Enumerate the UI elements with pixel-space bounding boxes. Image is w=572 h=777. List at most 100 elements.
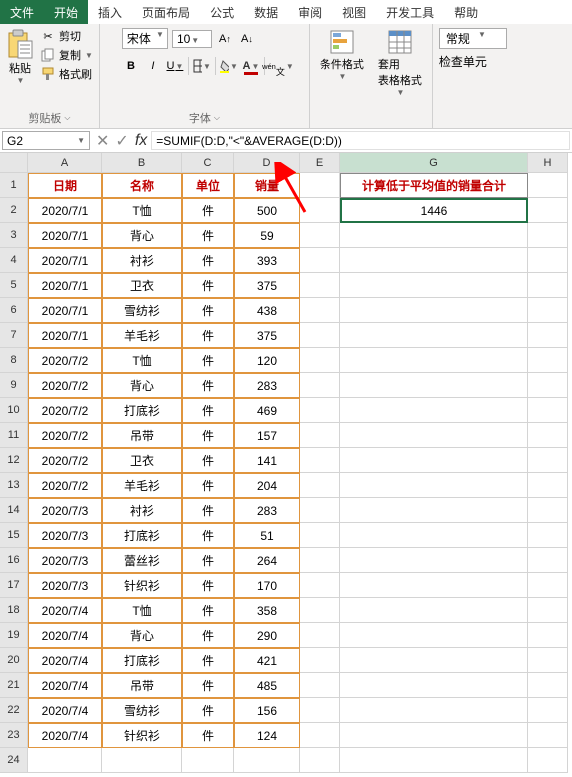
cell[interactable]: 名称 [102,173,182,198]
formula-bar[interactable]: =SUMIF(D:D,"<"&AVERAGE(D:D)) [151,131,570,150]
font-name-select[interactable]: 宋体▼ [122,28,168,49]
cell[interactable] [340,748,528,773]
cell[interactable] [528,248,568,273]
cell[interactable] [528,298,568,323]
cell[interactable] [528,523,568,548]
cell[interactable]: 衬衫 [102,248,182,273]
cell[interactable] [300,748,340,773]
cell-g-title[interactable]: 计算低于平均值的销量合计 [340,173,528,198]
tab-view[interactable]: 视图 [332,0,376,24]
cell[interactable] [528,748,568,773]
cell[interactable] [528,673,568,698]
cell[interactable]: 120 [234,348,300,373]
tab-help[interactable]: 帮助 [444,0,488,24]
cell[interactable] [528,398,568,423]
row-header[interactable]: 15 [0,523,28,548]
cell[interactable]: 2020/7/1 [28,298,102,323]
cell[interactable]: 打底衫 [102,648,182,673]
cell[interactable]: 件 [182,373,234,398]
cell[interactable] [300,498,340,523]
cell[interactable]: 264 [234,548,300,573]
row-header[interactable]: 18 [0,598,28,623]
cell[interactable] [300,223,340,248]
cell[interactable]: 2020/7/1 [28,198,102,223]
cell[interactable] [528,423,568,448]
cell[interactable]: 吊带 [102,423,182,448]
cell[interactable]: 件 [182,298,234,323]
cell[interactable]: 件 [182,498,234,523]
chevron-down-icon[interactable]: ▼ [17,76,25,85]
fill-color-button[interactable]: ▼ [220,57,238,75]
cell[interactable] [300,598,340,623]
cell[interactable]: 2020/7/1 [28,273,102,298]
row-header[interactable]: 6 [0,298,28,323]
cell[interactable]: 件 [182,623,234,648]
cell[interactable] [300,273,340,298]
row-header[interactable]: 1 [0,173,28,198]
cell[interactable] [300,323,340,348]
cell[interactable]: 2020/7/2 [28,473,102,498]
cell[interactable] [28,748,102,773]
col-header-C[interactable]: C [182,153,234,173]
cell[interactable] [182,748,234,773]
cell[interactable] [340,573,528,598]
cell[interactable]: 针织衫 [102,723,182,748]
cell[interactable]: 件 [182,673,234,698]
row-header[interactable]: 10 [0,398,28,423]
format-painter-button[interactable]: 格式刷 [40,66,93,82]
cell[interactable]: 2020/7/3 [28,573,102,598]
cell[interactable]: 2020/7/2 [28,398,102,423]
cell[interactable] [528,373,568,398]
cell[interactable] [300,573,340,598]
col-header-D[interactable]: D [234,153,300,173]
row-header[interactable]: 8 [0,348,28,373]
cell[interactable]: 日期 [28,173,102,198]
cell[interactable]: 打底衫 [102,398,182,423]
phonetic-button[interactable]: wén文▼ [269,57,287,75]
cell[interactable]: 卫衣 [102,273,182,298]
cell[interactable]: 156 [234,698,300,723]
cell[interactable]: 393 [234,248,300,273]
cell[interactable] [300,623,340,648]
cell[interactable] [340,623,528,648]
cell[interactable]: 157 [234,423,300,448]
tab-developer[interactable]: 开发工具 [376,0,444,24]
cell[interactable]: 59 [234,223,300,248]
border-button[interactable]: ▼ [193,57,211,75]
cell[interactable] [340,398,528,423]
cell[interactable]: 件 [182,223,234,248]
cell[interactable] [528,323,568,348]
tab-data[interactable]: 数据 [244,0,288,24]
cell[interactable]: 件 [182,323,234,348]
cell[interactable]: 500 [234,198,300,223]
col-header-B[interactable]: B [102,153,182,173]
cell[interactable]: 375 [234,273,300,298]
tab-home[interactable]: 开始 [44,0,88,24]
cell[interactable] [234,748,300,773]
cell[interactable] [340,348,528,373]
cell[interactable] [340,298,528,323]
cell[interactable] [102,748,182,773]
cell[interactable] [340,223,528,248]
cell-g-value[interactable]: 1446 [340,198,528,223]
cell[interactable]: 124 [234,723,300,748]
cell[interactable] [300,648,340,673]
cell[interactable]: 蕾丝衫 [102,548,182,573]
row-header[interactable]: 5 [0,273,28,298]
cell[interactable] [528,198,568,223]
row-header[interactable]: 23 [0,723,28,748]
cell[interactable] [300,173,340,198]
cell[interactable]: 204 [234,473,300,498]
row-header[interactable]: 13 [0,473,28,498]
row-header[interactable]: 20 [0,648,28,673]
increase-font-button[interactable]: A↑ [216,30,234,48]
copy-button[interactable]: 复制▼ [40,47,93,63]
cell[interactable]: 2020/7/2 [28,448,102,473]
row-header[interactable]: 17 [0,573,28,598]
tab-file[interactable]: 文件 [0,0,44,24]
cell[interactable] [528,473,568,498]
cell[interactable]: 件 [182,348,234,373]
cell[interactable]: 170 [234,573,300,598]
cell[interactable] [528,223,568,248]
col-header-E[interactable]: E [300,153,340,173]
